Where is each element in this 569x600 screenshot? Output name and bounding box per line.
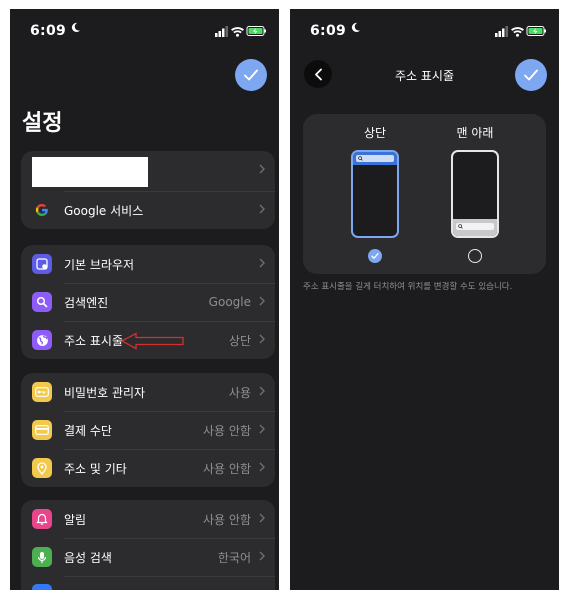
option-top-preview[interactable] — [351, 150, 399, 238]
account-card: Google 서비스 — [21, 151, 275, 229]
done-button[interactable] — [235, 59, 267, 91]
chevron-right-icon — [259, 386, 265, 396]
check-icon — [524, 69, 538, 81]
annotation-arrow-icon — [121, 332, 184, 350]
password-manager-row[interactable]: 비밀번호 관리자 사용 — [21, 373, 275, 411]
moon-icon — [70, 22, 81, 37]
position-choice-card: 상단 맨 아래 — [303, 114, 546, 274]
chevron-right-icon — [259, 296, 265, 306]
check-icon — [244, 69, 258, 81]
preview-address-bar — [453, 219, 497, 236]
search-engine-label: 검색엔진 — [64, 295, 109, 310]
search-engine-row[interactable]: 검색엔진 Google — [21, 283, 275, 321]
voice-search-label: 음성 검색 — [64, 550, 112, 565]
option-top-label: 상단 — [363, 126, 387, 140]
option-top-radio-selected[interactable] — [368, 249, 382, 263]
card-icon — [32, 420, 52, 440]
settings-sheet: 설정 Google 서비스 기본 브라우저 검색엔진 Google 주소 표시줄… — [10, 47, 279, 590]
payment-methods-label: 결제 수단 — [64, 423, 112, 438]
voice-search-row[interactable]: 음성 검색 한국어 — [21, 538, 275, 576]
password-manager-value: 사용 — [228, 385, 251, 400]
default-browser-label: 기본 브라우저 — [64, 257, 135, 272]
partial-setting-icon — [32, 584, 52, 590]
account-row[interactable] — [21, 151, 275, 191]
status-time: 6:09 — [310, 23, 347, 39]
browser-icon — [32, 254, 52, 274]
option-bottom-label: 맨 아래 — [456, 126, 494, 140]
globe-icon — [32, 330, 52, 350]
chevron-right-icon — [259, 462, 265, 472]
chevron-right-icon — [259, 513, 265, 523]
password-manager-label: 비밀번호 관리자 — [64, 385, 146, 400]
default-browser-row[interactable]: 기본 브라우저 — [21, 245, 275, 283]
search-icon — [358, 156, 363, 161]
address-bar-screen: 6:09 주소 표시줄 상단 맨 아래 주소 표시줄을 길게 터치하여 위치를 … — [290, 9, 559, 590]
addresses-row[interactable]: 주소 및 기타 사용 안함 — [21, 449, 275, 487]
status-icons — [215, 26, 266, 37]
check-icon — [371, 253, 379, 260]
payment-methods-value: 사용 안함 — [203, 423, 251, 438]
address-bar-label: 주소 표시줄 — [64, 333, 124, 348]
google-services-label: Google 서비스 — [64, 203, 144, 218]
mic-icon — [32, 547, 52, 567]
next-setting-row[interactable] — [21, 576, 275, 590]
chevron-right-icon — [259, 424, 265, 434]
option-bottom-preview[interactable] — [451, 150, 499, 238]
page-title: 설정 — [22, 111, 63, 136]
status-bar: 6:09 — [290, 9, 559, 49]
address-bar-sheet: 주소 표시줄 상단 맨 아래 주소 표시줄을 길게 터치하여 위치를 변경할 수… — [290, 47, 559, 590]
address-bar-value: 상단 — [228, 333, 251, 348]
misc-settings-card: 알림 사용 안함 음성 검색 한국어 — [21, 500, 275, 590]
search-engine-value: Google — [208, 295, 251, 309]
done-button[interactable] — [515, 59, 547, 91]
chevron-right-icon — [259, 258, 265, 268]
payment-methods-row[interactable]: 결제 수단 사용 안함 — [21, 411, 275, 449]
chevron-right-icon — [259, 204, 265, 214]
google-icon — [32, 200, 52, 220]
google-services-row[interactable]: Google 서비스 — [21, 191, 275, 229]
autofill-settings-card: 비밀번호 관리자 사용 결제 수단 사용 안함 주소 및 기타 사용 안함 — [21, 373, 275, 487]
notifications-row[interactable]: 알림 사용 안함 — [21, 500, 275, 538]
chevron-right-icon — [259, 334, 265, 344]
option-bottom-radio[interactable] — [468, 249, 482, 263]
moon-icon — [350, 22, 361, 37]
status-bar: 6:09 — [10, 9, 279, 49]
voice-search-value: 한국어 — [217, 550, 251, 565]
key-icon — [32, 382, 52, 402]
bell-icon — [32, 509, 52, 529]
location-icon — [32, 458, 52, 478]
chevron-right-icon — [259, 551, 265, 561]
hint-text: 주소 표시줄을 길게 터치하여 위치를 변경할 수도 있습니다. — [303, 282, 513, 292]
chevron-right-icon — [259, 164, 265, 174]
status-icons — [495, 26, 546, 37]
search-icon — [32, 292, 52, 312]
settings-screen: 6:09 설정 Google 서비스 기본 브라우저 검색엔진 Google 주… — [10, 9, 279, 590]
notifications-value: 사용 안함 — [203, 512, 251, 527]
addresses-label: 주소 및 기타 — [64, 461, 127, 476]
preview-address-bar — [353, 152, 397, 165]
redacted-account-box — [32, 157, 148, 187]
search-icon — [458, 224, 463, 229]
addresses-value: 사용 안함 — [203, 461, 251, 476]
status-time: 6:09 — [30, 23, 67, 39]
notifications-label: 알림 — [64, 512, 87, 527]
